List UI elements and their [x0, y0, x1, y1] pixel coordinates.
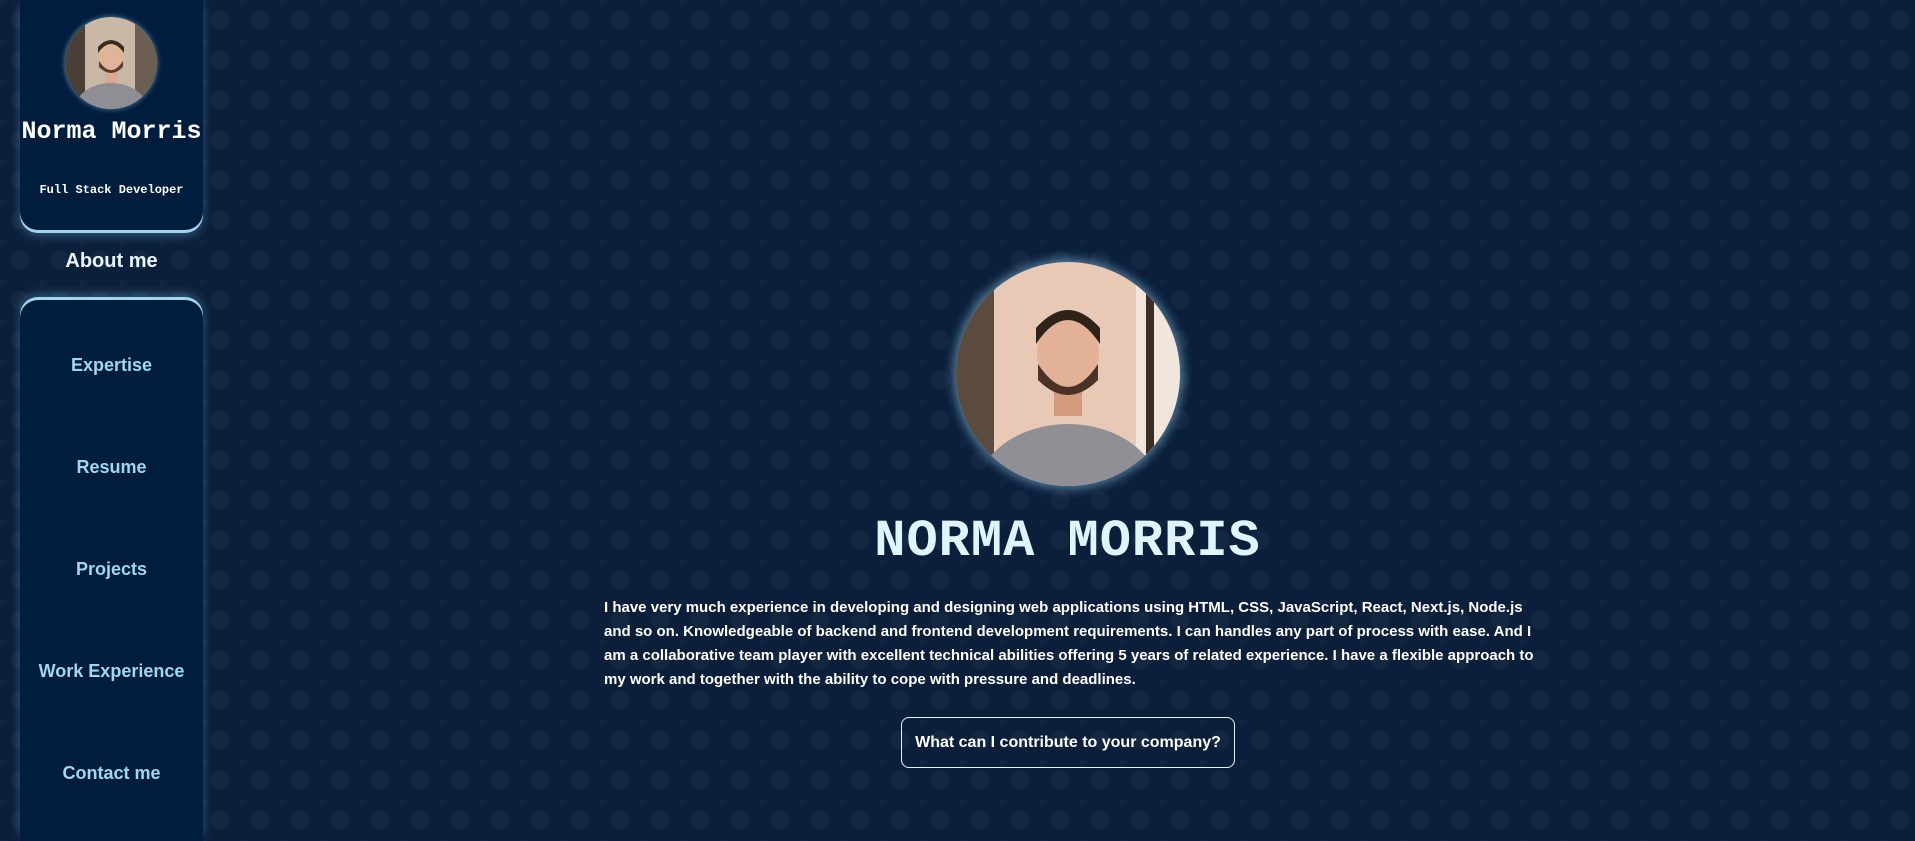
- profile-photo: [956, 262, 1180, 486]
- nav-item-resume[interactable]: Resume: [20, 457, 203, 478]
- page-title: NORMA MORRIS: [874, 512, 1261, 571]
- nav-item-contact-me[interactable]: Contact me: [20, 763, 203, 784]
- bio-text: I have very much experience in developin…: [604, 599, 1534, 688]
- sidebar-role: Full Stack Developer: [39, 183, 184, 197]
- sidebar-name: Norma Morris: [21, 117, 202, 146]
- nav-menu: Expertise Resume Projects Work Experienc…: [20, 300, 203, 841]
- profile-card: Norma Morris Full Stack Developer: [20, 0, 203, 230]
- nav-item-projects[interactable]: Projects: [20, 559, 203, 580]
- avatar: [65, 17, 157, 109]
- nav-item-expertise[interactable]: Expertise: [20, 355, 203, 376]
- tab-about-me[interactable]: About me: [20, 250, 203, 273]
- contribute-button[interactable]: What can I contribute to your company?: [901, 717, 1235, 768]
- nav-item-work-experience[interactable]: Work Experience: [20, 661, 203, 682]
- sidebar: Norma Morris Full Stack Developer About …: [20, 0, 203, 841]
